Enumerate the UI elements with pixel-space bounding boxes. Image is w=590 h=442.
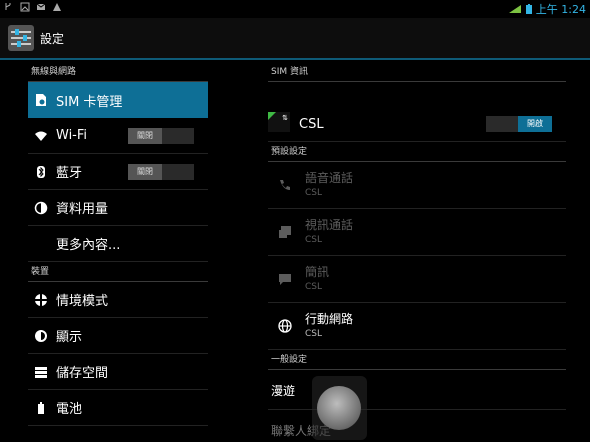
assistive-touch-icon <box>317 386 361 430</box>
section-header-device: 裝置 <box>28 262 208 282</box>
setting-summary: CSL <box>305 329 323 339</box>
setting-title: 簡訊 <box>305 265 330 279</box>
sidebar-item-label: 資料用量 <box>56 202 109 217</box>
wifi-toggle[interactable]: 關閉 <box>128 128 194 144</box>
notification-icons <box>4 2 62 12</box>
sim-slot-icon: ⇅ <box>282 114 288 122</box>
action-bar: 設定 <box>0 18 590 60</box>
toggle-state: 關閉 <box>128 128 162 144</box>
data-usage-icon <box>34 201 48 215</box>
sim-card-icon <box>34 93 48 107</box>
phone-icon <box>280 180 290 190</box>
setting-title: 漫遊 <box>271 384 296 398</box>
setting-summary: CSL <box>305 235 323 245</box>
sim-name: CSL <box>299 117 324 132</box>
default-voice-call[interactable]: 語音通話 CSL <box>268 162 566 209</box>
setting-title: 行動網路 <box>305 312 354 326</box>
wifi-icon <box>34 129 48 143</box>
sidebar-item-label: 更多內容... <box>56 238 121 253</box>
sidebar-item-more[interactable]: 更多內容... <box>28 226 208 262</box>
sidebar-item-label: 顯示 <box>56 330 83 345</box>
globe-icon <box>278 319 292 333</box>
section-header-general: 一般設定 <box>268 350 566 370</box>
sim-management-panel: SIM 資訊 ⇅ CSL 開啟 預設設定 語音通話 CSL 視訊通話 CSL 簡… <box>268 62 566 410</box>
bluetooth-toggle[interactable]: 關閉 <box>128 164 194 180</box>
default-mobile-data[interactable]: 行動網路 CSL <box>268 303 566 350</box>
mail-icon <box>36 3 46 10</box>
section-header-wireless: 無線與網路 <box>28 62 208 82</box>
section-header-defaults: 預設設定 <box>268 142 566 162</box>
video-call-icon <box>279 226 291 238</box>
sidebar-item-audio-profiles[interactable]: 情境模式 <box>28 282 208 318</box>
toggle-state: 關閉 <box>128 164 162 180</box>
sidebar-item-label: 情境模式 <box>56 294 109 309</box>
sidebar-item-label: 藍牙 <box>56 166 83 181</box>
bluetooth-icon <box>34 165 48 179</box>
signal-icon <box>508 5 521 13</box>
brightness-icon <box>34 329 48 343</box>
sidebar-item-wifi[interactable]: Wi-Fi 關閉 <box>28 118 208 154</box>
sidebar-item-label: 電池 <box>56 402 83 417</box>
sidebar-item-label: SIM 卡管理 <box>56 94 123 110</box>
floating-touch-button[interactable] <box>312 376 367 440</box>
setting-title: 語音通話 <box>305 171 354 185</box>
sim-card-badge: ⇅ <box>268 112 290 132</box>
sim-toggle[interactable]: 開啟 <box>486 116 552 132</box>
sidebar-item-label: Wi-Fi <box>56 128 88 143</box>
audio-profile-icon <box>34 293 48 307</box>
message-icon <box>279 274 291 285</box>
warning-icon <box>53 3 61 11</box>
sidebar-item-storage[interactable]: 儲存空間 <box>28 354 208 390</box>
sidebar-item-battery[interactable]: 電池 <box>28 390 208 426</box>
settings-headers-list: 無線與網路 SIM 卡管理 Wi-Fi 關閉 藍牙 關閉 資料用量 更多內容..… <box>28 62 208 426</box>
setting-summary: CSL <box>305 282 323 292</box>
sidebar-item-data-usage[interactable]: 資料用量 <box>28 190 208 226</box>
section-header-sim-info: SIM 資訊 <box>268 62 566 82</box>
sidebar-item-sim-management[interactable]: SIM 卡管理 <box>28 82 208 118</box>
setting-title: 視訊通話 <box>305 218 354 232</box>
page-title: 設定 <box>40 32 65 46</box>
status-bar: 上午 1:24 <box>0 0 590 18</box>
clock: 上午 1:24 <box>535 3 586 16</box>
status-right: 上午 1:24 <box>508 1 586 17</box>
sidebar-item-display[interactable]: 顯示 <box>28 318 208 354</box>
battery-icon <box>34 401 48 415</box>
settings-app-icon[interactable] <box>7 24 35 52</box>
battery-icon <box>525 4 532 14</box>
toggle-state: 開啟 <box>518 116 552 132</box>
sidebar-item-label: 儲存空間 <box>56 366 109 381</box>
picture-icon <box>20 2 30 12</box>
default-sms[interactable]: 簡訊 CSL <box>268 256 566 303</box>
sidebar-item-bluetooth[interactable]: 藍牙 關閉 <box>28 154 208 190</box>
usb-icon <box>5 3 11 10</box>
sim-info-row[interactable]: ⇅ CSL 開啟 <box>268 82 566 142</box>
setting-summary: CSL <box>305 188 323 198</box>
default-video-call[interactable]: 視訊通話 CSL <box>268 209 566 256</box>
storage-icon <box>34 365 48 379</box>
